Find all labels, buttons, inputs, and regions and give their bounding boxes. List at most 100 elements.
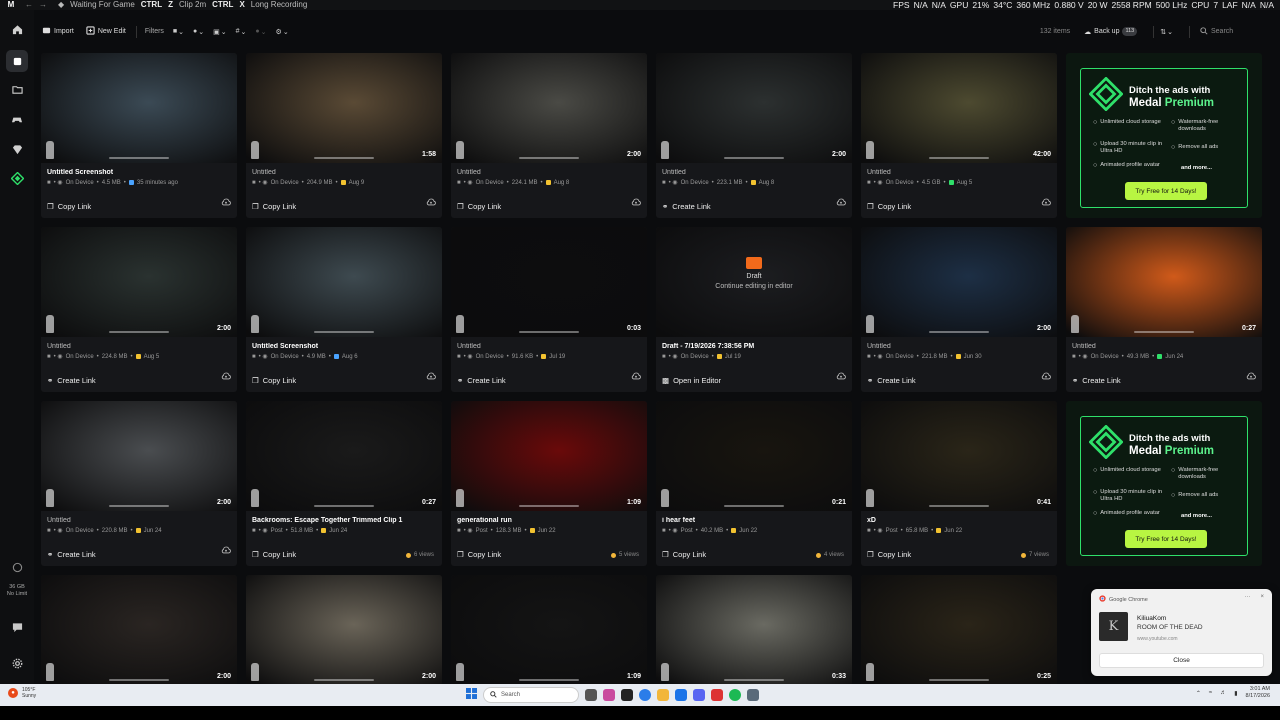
cloud-upload-icon[interactable] — [221, 193, 231, 211]
clip-thumbnail[interactable]: 2:00 — [41, 401, 237, 511]
cloud-upload-icon[interactable] — [1041, 367, 1051, 385]
cloud-upload-icon[interactable] — [426, 193, 436, 211]
feedback-icon[interactable] — [12, 620, 23, 638]
clip-action-button[interactable]: ❐ Copy Link — [252, 550, 296, 559]
scrub-bar[interactable] — [929, 505, 989, 507]
backup-button[interactable]: ☁ Back up 113 — [1084, 27, 1138, 36]
clip-thumbnail[interactable]: 0:03 — [451, 227, 647, 337]
cloud-upload-icon[interactable] — [836, 193, 846, 211]
taskbar-clock[interactable]: 3:01 AM 8/17/2026 — [1246, 686, 1270, 700]
clip-card[interactable]: 2:00 Untitled ■ • ◉ On Device • 223.1 MB • Aug 8… — [656, 53, 852, 218]
cloud-upload-icon[interactable] — [426, 367, 436, 385]
app-icon[interactable] — [711, 689, 723, 701]
location-filter-dropdown[interactable]: ● ⌄ — [193, 28, 204, 36]
discord-app-icon[interactable] — [693, 689, 705, 701]
clip-card[interactable]: 2:00 — [246, 575, 442, 685]
scrub-bar[interactable] — [724, 505, 784, 507]
clip-card[interactable]: Untitled Screenshot ■ • ◉ On Device • 4.5 MB •… — [41, 53, 237, 218]
scrub-bar[interactable] — [109, 679, 169, 681]
weather-widget[interactable]: ● 105°F Sunny — [8, 687, 36, 699]
clip-thumbnail[interactable] — [246, 227, 442, 337]
scrub-bar[interactable] — [724, 679, 784, 681]
battery-icon[interactable]: ▮ — [1234, 690, 1237, 697]
clip-action-button[interactable]: ▩ Open in Editor — [662, 376, 721, 385]
clip-thumbnail[interactable]: 2:00 — [656, 53, 852, 163]
clip-action-button[interactable]: ⚭ Create Link — [1072, 376, 1121, 385]
clip-card[interactable]: 1:09 generational run ■ • ◉ Post • 128.3 MB • Ju… — [451, 401, 647, 566]
media-type-filter-dropdown[interactable]: ▣ ⌄ — [213, 28, 227, 36]
back-button[interactable]: ← — [22, 1, 36, 9]
scrub-bar[interactable] — [314, 679, 374, 681]
clip-card[interactable]: 0:27 Untitled ■ • ◉ On Device • 49.3 MB • Jun 24… — [1066, 227, 1262, 392]
clip-action-button[interactable]: ❐ Copy Link — [867, 202, 911, 211]
scrub-bar[interactable] — [314, 157, 374, 159]
cloud-upload-icon[interactable] — [1246, 367, 1256, 385]
close-icon[interactable]: × — [1260, 594, 1264, 600]
clip-card[interactable]: 0:03 Untitled ■ • ◉ On Device • 91.6 KB • Jul 19… — [451, 227, 647, 392]
wifi-icon[interactable]: ≈ — [1209, 690, 1212, 696]
clip-card[interactable]: 2:00 Untitled ■ • ◉ On Device • 221.8 MB • Jun 3… — [861, 227, 1057, 392]
clip-card[interactable]: 2:00 Untitled ■ • ◉ On Device • 224.8 MB • Aug 5… — [41, 227, 237, 392]
clip-action-button[interactable]: ❐ Copy Link — [662, 550, 706, 559]
scrub-bar[interactable] — [109, 157, 169, 159]
clip-card[interactable]: 2:00 Untitled ■ • ◉ On Device • 220.8 MB • Jun 2… — [41, 401, 237, 566]
clip-thumbnail[interactable]: 2:00 — [451, 53, 647, 163]
chrome-notification[interactable]: Google Chrome ··· × K KiliuaKom ROOM OF T… — [1091, 589, 1272, 676]
clip-card[interactable]: 0:33 — [656, 575, 852, 685]
clip-action-button[interactable]: ❐ Copy Link — [867, 550, 911, 559]
clip-card[interactable]: 0:21 i hear feet ■ • ◉ Post • 40.2 MB • Jun 22 ❐ C… — [656, 401, 852, 566]
scrub-bar[interactable] — [929, 679, 989, 681]
clip-thumbnail[interactable]: 2:00 — [246, 575, 442, 685]
clip-action-button[interactable]: ⚭ Create Link — [47, 376, 96, 385]
copilot-icon[interactable] — [603, 689, 615, 701]
clip-action-button[interactable]: ⚭ Create Link — [47, 550, 96, 559]
scrub-bar[interactable] — [109, 505, 169, 507]
clip-thumbnail[interactable]: 2:00 — [41, 575, 237, 685]
clip-action-button[interactable]: ⚭ Create Link — [867, 376, 916, 385]
more-options-icon[interactable]: ··· — [1244, 594, 1250, 600]
scrub-bar[interactable] — [929, 331, 989, 333]
windows-start-icon[interactable] — [466, 686, 477, 704]
settings-gear-icon[interactable] — [12, 656, 23, 674]
mail-app-icon[interactable] — [675, 689, 687, 701]
scrub-bar[interactable] — [1134, 331, 1194, 333]
speaker-icon[interactable]: ♬ — [1220, 690, 1226, 696]
sort-dropdown[interactable]: ⇅ ⌄ — [1160, 28, 1173, 36]
scrub-bar[interactable] — [519, 679, 579, 681]
scrub-bar[interactable] — [519, 505, 579, 507]
cloud-upload-icon[interactable] — [836, 367, 846, 385]
task-view-icon[interactable] — [585, 689, 597, 701]
clip-thumbnail[interactable]: 42:00 — [861, 53, 1057, 163]
clip-action-button[interactable]: ⚭ Create Link — [457, 376, 506, 385]
game-filter-dropdown[interactable]: ■ ⌄ — [173, 28, 184, 36]
clip-thumbnail[interactable]: 0:41 — [861, 401, 1057, 511]
storage-indicator[interactable]: 36 GB No Limit — [7, 584, 27, 598]
clip-card[interactable]: 2:00 — [41, 575, 237, 685]
scrub-bar[interactable] — [109, 331, 169, 333]
chevron-up-icon[interactable]: ⌃ — [1196, 690, 1201, 697]
clip-action-button[interactable]: ❐ Copy Link — [252, 202, 296, 211]
clip-thumbnail[interactable]: 0:21 — [656, 401, 852, 511]
clip-thumbnail[interactable]: 0:25 — [861, 575, 1057, 685]
scrub-bar[interactable] — [519, 157, 579, 159]
medal-app-icon[interactable] — [621, 689, 633, 701]
clip-thumbnail[interactable]: 2:00 — [861, 227, 1057, 337]
clip-action-button[interactable]: ❐ Copy Link — [47, 202, 91, 211]
search-input[interactable]: Search — [1211, 28, 1233, 35]
forward-button[interactable]: → — [36, 1, 50, 9]
clip-card[interactable]: 2:00 Untitled ■ • ◉ On Device • 224.1 MB • Aug 8… — [451, 53, 647, 218]
cloud-upload-icon[interactable] — [631, 367, 641, 385]
sidebar-item-premium[interactable] — [0, 136, 34, 166]
promo-cta-button[interactable]: Try Free for 14 Days! — [1125, 182, 1207, 200]
spotify-app-icon[interactable] — [729, 689, 741, 701]
clip-action-button[interactable]: ❐ Copy Link — [252, 376, 296, 385]
cloud-upload-icon[interactable] — [221, 541, 231, 559]
clip-thumbnail[interactable]: 0:33 — [656, 575, 852, 685]
sidebar-item-medal[interactable] — [0, 166, 34, 196]
clip-thumbnail[interactable]: Draft Continue editing in editor — [656, 227, 852, 337]
taskbar-search[interactable]: Search — [483, 687, 579, 703]
clip-card[interactable]: 0:25 — [861, 575, 1057, 685]
clip-card[interactable]: Draft Continue editing in editor Draft - 7… — [656, 227, 852, 392]
clip-card[interactable]: 42:00 Untitled ■ • ◉ On Device • 4.5 GB • Aug 5 ❐… — [861, 53, 1057, 218]
clip-thumbnail[interactable]: 0:27 — [1066, 227, 1262, 337]
